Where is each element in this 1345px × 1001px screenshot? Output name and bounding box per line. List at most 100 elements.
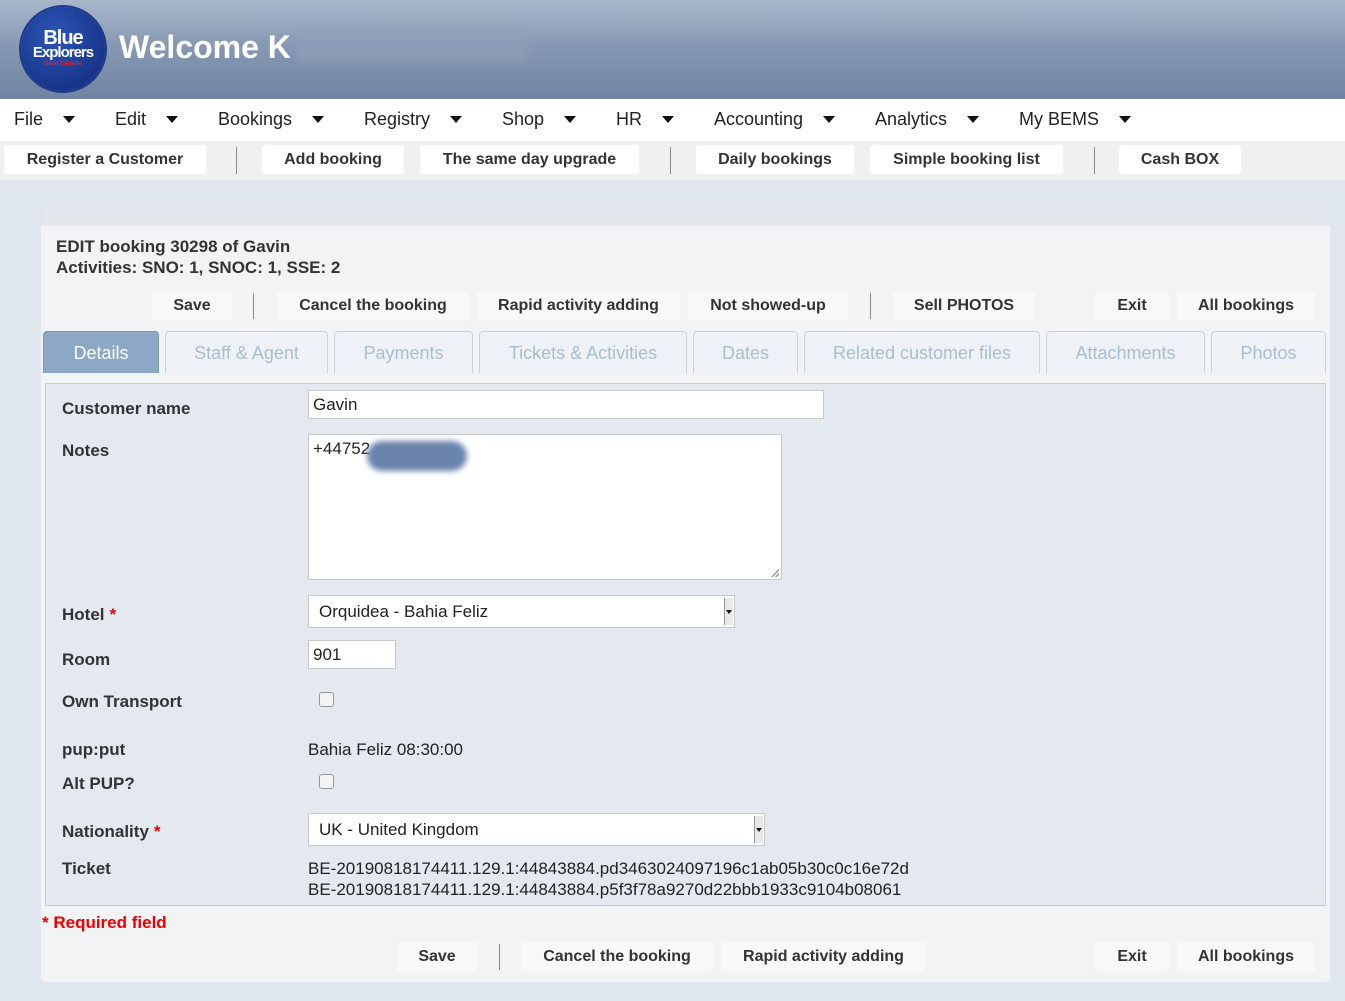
own-transport-checkbox[interactable]	[319, 692, 334, 707]
menu-accounting-label: Accounting	[714, 109, 804, 129]
alt-pup-label: Alt PUP?	[62, 774, 135, 793]
nationality-label: Nationality *	[62, 822, 161, 842]
hotel-label: Hotel *	[62, 605, 116, 625]
dropdown-arrow-icon	[724, 598, 733, 625]
same-day-upgrade-button[interactable]: The same day upgrade	[420, 145, 639, 174]
menu-analytics-label: Analytics	[875, 109, 948, 129]
own-transport-label: Own Transport	[62, 692, 182, 711]
toolbar-divider	[236, 147, 237, 174]
customer-name-label: Customer name	[62, 399, 191, 418]
quick-toolbar: Register a Customer Add booking The same…	[0, 141, 1345, 180]
welcome-title: Welcome K	[119, 29, 291, 65]
blue-explorers-logo[interactable]: Blue Explorers Gran Canaria	[21, 7, 105, 91]
dropdown-arrow-icon	[754, 816, 763, 843]
customer-name-input[interactable]: Gavin	[308, 390, 824, 419]
menu-accounting[interactable]: Accounting	[714, 109, 836, 130]
menu-bookings[interactable]: Bookings	[218, 109, 325, 130]
menu-bookings-label: Bookings	[218, 109, 293, 129]
tab-photos[interactable]: Photos	[1211, 331, 1326, 373]
cancel-booking-button[interactable]: Cancel the booking	[277, 291, 469, 321]
chevron-down-icon	[312, 116, 325, 123]
menu-edit-label: Edit	[115, 109, 147, 129]
nationality-selected-value: UK - United Kingdom	[319, 819, 479, 839]
required-star: *	[153, 822, 161, 841]
menu-analytics[interactable]: Analytics	[875, 109, 980, 130]
required-star: *	[109, 605, 117, 624]
exit-button[interactable]: Exit	[1095, 291, 1169, 321]
hotel-selected-value: Orquidea - Bahia Feliz	[319, 601, 489, 621]
menu-my-bems[interactable]: My BEMS	[1019, 109, 1132, 130]
tab-details[interactable]: Details	[43, 331, 159, 373]
toolbar-divider	[1094, 147, 1095, 174]
cash-box-button[interactable]: Cash BOX	[1119, 145, 1241, 174]
action-divider	[253, 293, 254, 319]
main-menu-bar: File Edit Bookings Registry Shop HR Acco…	[0, 99, 1345, 141]
chevron-down-icon	[166, 116, 179, 123]
tab-staff-agent[interactable]: Staff & Agent	[165, 331, 328, 373]
pup-put-value: Bahia Feliz 08:30:00	[308, 740, 463, 759]
chevron-down-icon	[1119, 116, 1132, 123]
ticket-label: Ticket	[62, 859, 111, 878]
notes-value: +44752	[313, 439, 371, 458]
room-input[interactable]: 901	[308, 640, 396, 669]
nationality-label-text: Nationality	[62, 822, 149, 841]
all-bookings-button[interactable]: All bookings	[1177, 942, 1315, 972]
chevron-down-icon	[450, 116, 463, 123]
ticket-line: BE-20190818174411.129.1:44843884.p5f3f78…	[308, 880, 902, 899]
menu-registry-label: Registry	[364, 109, 431, 129]
chevron-down-icon	[63, 116, 76, 123]
not-showed-up-button[interactable]: Not showed-up	[688, 291, 848, 321]
daily-bookings-button[interactable]: Daily bookings	[696, 145, 854, 174]
menu-my-bems-label: My BEMS	[1019, 109, 1100, 129]
edit-booking-panel: EDIT booking 30298 of Gavin Activities: …	[41, 208, 1330, 982]
rapid-activity-adding-button[interactable]: Rapid activity adding	[721, 942, 926, 972]
booking-activities-summary: Activities: SNO: 1, SNOC: 1, SSE: 2	[56, 258, 341, 277]
room-label: Room	[62, 650, 111, 669]
save-button[interactable]: Save	[152, 291, 232, 321]
redacted-username	[296, 30, 528, 64]
sell-photos-button[interactable]: Sell PHOTOS	[893, 291, 1035, 321]
cancel-booking-button[interactable]: Cancel the booking	[521, 942, 713, 972]
booking-heading: EDIT booking 30298 of Gavin Activities: …	[56, 236, 340, 278]
rapid-activity-adding-button[interactable]: Rapid activity adding	[477, 291, 680, 321]
action-divider	[870, 293, 871, 319]
room-value: 901	[313, 644, 342, 664]
details-form: Customer name Gavin Notes +44752 Hotel * …	[45, 383, 1326, 906]
simple-booking-list-button[interactable]: Simple booking list	[870, 145, 1063, 174]
ticket-line: BE-20190818174411.129.1:44843884.pd34630…	[308, 859, 909, 878]
tab-dates[interactable]: Dates	[693, 331, 798, 373]
tab-tickets-activities[interactable]: Tickets & Activities	[479, 331, 687, 373]
tab-payments[interactable]: Payments	[334, 331, 473, 373]
logo-text-subtitle: Gran Canaria	[44, 61, 82, 67]
customer-name-value: Gavin	[313, 394, 358, 414]
menu-hr[interactable]: HR	[616, 109, 674, 130]
booking-title: EDIT booking 30298 of Gavin	[56, 237, 291, 256]
app-header: Blue Explorers Gran Canaria Welcome K	[0, 0, 1345, 99]
chevron-down-icon	[662, 116, 674, 123]
save-button[interactable]: Save	[397, 942, 477, 972]
menu-registry[interactable]: Registry	[364, 109, 463, 130]
menu-file[interactable]: File	[14, 109, 76, 130]
tab-attachments[interactable]: Attachments	[1046, 331, 1205, 373]
ticket-values: BE-20190818174411.129.1:44843884.pd34630…	[308, 858, 909, 900]
register-customer-button[interactable]: Register a Customer	[4, 145, 206, 174]
chevron-down-icon	[823, 116, 836, 123]
panel-header-strip	[41, 208, 1330, 226]
notes-textarea[interactable]: +44752	[308, 434, 782, 580]
all-bookings-button[interactable]: All bookings	[1177, 291, 1315, 321]
chevron-down-icon	[967, 116, 980, 123]
add-booking-button[interactable]: Add booking	[262, 145, 404, 174]
menu-hr-label: HR	[616, 109, 642, 129]
hotel-select[interactable]: Orquidea - Bahia Feliz	[308, 595, 735, 628]
chevron-down-icon	[564, 116, 577, 123]
menu-edit[interactable]: Edit	[115, 109, 179, 130]
menu-shop-label: Shop	[502, 109, 545, 129]
alt-pup-checkbox[interactable]	[319, 774, 334, 789]
required-field-note: * Required field	[42, 913, 167, 932]
menu-shop[interactable]: Shop	[502, 109, 577, 130]
redacted-phone	[367, 441, 467, 471]
tab-related-customer-files[interactable]: Related customer files	[804, 331, 1040, 373]
nationality-select[interactable]: UK - United Kingdom	[308, 813, 765, 846]
exit-button[interactable]: Exit	[1095, 942, 1169, 972]
resize-grip-icon[interactable]	[771, 569, 779, 577]
